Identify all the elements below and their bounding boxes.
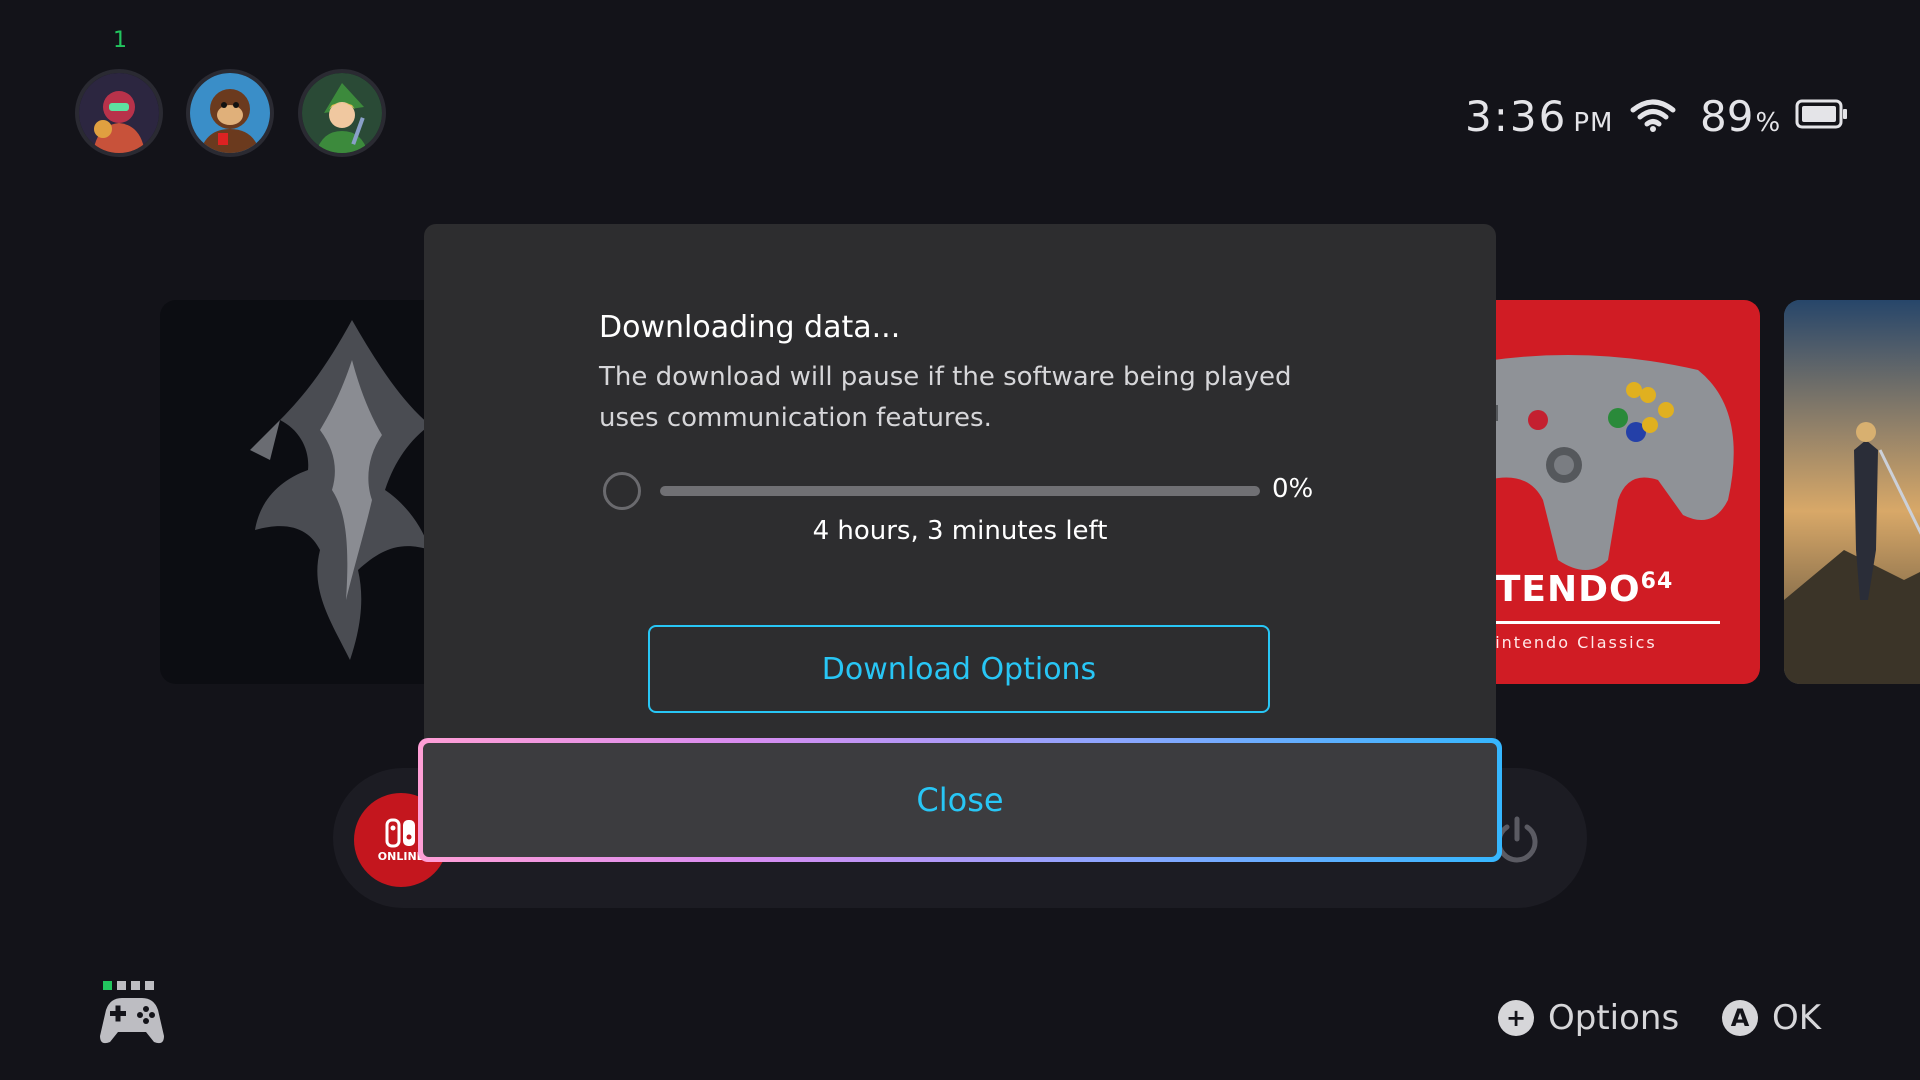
- ok-hint[interactable]: A OK: [1722, 998, 1821, 1038]
- avatar-donkey-kong-image: [190, 73, 270, 153]
- download-progress-bar: [660, 486, 1260, 496]
- dialog-message: The download will pause if the software …: [599, 362, 1292, 433]
- game-tile-zelda[interactable]: [1784, 300, 1920, 684]
- n64-title-sup: 64: [1640, 569, 1674, 594]
- user-avatar-samus[interactable]: [75, 69, 163, 157]
- user-avatar-donkey-kong[interactable]: [186, 69, 274, 157]
- clock-ampm: PM: [1573, 108, 1614, 138]
- active-user-count: 1: [113, 28, 127, 53]
- loading-spinner-icon: [603, 472, 641, 510]
- controller-icon[interactable]: [96, 980, 168, 1050]
- avatar-link-image: [302, 73, 382, 153]
- download-time-remaining: 4 hours, 3 minutes left: [812, 516, 1108, 546]
- download-options-button[interactable]: Download Options: [648, 625, 1270, 713]
- wifi-icon: [1630, 99, 1676, 132]
- close-button[interactable]: Close: [423, 743, 1497, 857]
- ok-hint-label: OK: [1772, 998, 1822, 1038]
- plus-button-icon: +: [1498, 1000, 1534, 1036]
- battery-percentage: 89 %: [1700, 92, 1780, 141]
- battery-icon: [1795, 99, 1847, 129]
- battery-unit: %: [1755, 108, 1781, 138]
- battery-value: 89: [1700, 92, 1754, 141]
- dialog-title: Downloading data...: [599, 310, 901, 345]
- zelda-cover-art: [1784, 300, 1920, 684]
- switch-logo-icon: [385, 818, 415, 847]
- download-progress-percent: 0%: [1272, 474, 1314, 504]
- avatar-samus-image: [79, 73, 159, 153]
- options-hint[interactable]: + Options: [1498, 998, 1679, 1038]
- options-hint-label: Options: [1548, 998, 1680, 1038]
- user-avatar-link[interactable]: [298, 69, 386, 157]
- a-button-icon: A: [1722, 1000, 1758, 1036]
- close-button-focus-ring: Close: [418, 738, 1502, 862]
- clock-time: 3:36: [1465, 92, 1568, 141]
- clock: 3:36 PM: [1465, 92, 1613, 141]
